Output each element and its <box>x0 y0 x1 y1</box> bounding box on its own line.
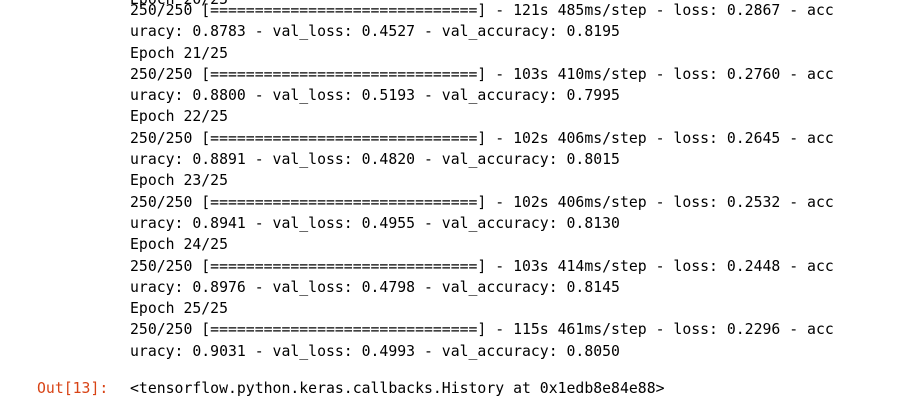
log-progress-line: 250/250 [==============================]… <box>130 129 834 147</box>
out-prompt: Out[13]: <box>37 380 109 397</box>
log-epoch-line: Epoch 23/25 <box>130 172 228 190</box>
log-progress-line: 250/250 [==============================]… <box>130 321 834 339</box>
output-cell[interactable]: Out[13]: <tensorflow.python.keras.callba… <box>0 378 921 400</box>
log-progress-line: 250/250 [==============================]… <box>130 65 834 83</box>
log-metrics-line: uracy: 0.8800 - val_loss: 0.5193 - val_a… <box>130 87 620 105</box>
log-progress-line: 250/250 [==============================]… <box>130 193 834 211</box>
log-metrics-line: uracy: 0.9031 - val_loss: 0.4993 - val_a… <box>130 342 620 360</box>
log-epoch-line: Epoch 21/25 <box>130 44 228 62</box>
log-epoch-line: Epoch 24/25 <box>130 236 228 254</box>
log-epoch-line: Epoch 25/25 <box>130 300 228 318</box>
log-epoch-line: Epoch 22/25 <box>130 108 228 126</box>
output-value: <tensorflow.python.keras.callbacks.Histo… <box>130 380 665 397</box>
log-metrics-line: uracy: 0.8941 - val_loss: 0.4955 - val_a… <box>130 214 620 232</box>
log-progress-line: 250/250 [==============================]… <box>130 257 834 275</box>
log-metrics-line: uracy: 0.8976 - val_loss: 0.4798 - val_a… <box>130 278 620 296</box>
training-log-output: 250/250 [==============================]… <box>130 0 910 362</box>
log-progress-line: 250/250 [==============================]… <box>130 2 834 19</box>
log-metrics-line: uracy: 0.8783 - val_loss: 0.4527 - val_a… <box>130 23 620 41</box>
log-metrics-line: uracy: 0.8891 - val_loss: 0.4820 - val_a… <box>130 151 620 169</box>
